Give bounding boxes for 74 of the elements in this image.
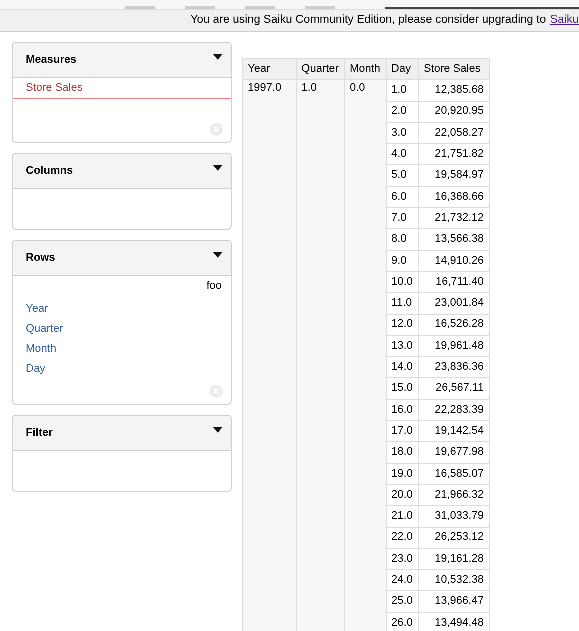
table-cell: 13,966.47 [418,590,490,612]
table-cell: 0.0 [344,80,386,631]
table-cell: 16.0 [386,399,418,421]
table-cell: 16,368.66 [418,186,490,208]
table-cell: 5.0 [386,164,418,186]
table-cell: 23,001.84 [418,292,490,314]
panel-title: Columns [26,164,74,179]
level-item[interactable]: Day [13,360,231,380]
table-cell: 21,966.32 [418,484,490,506]
table-cell: 12.0 [386,314,418,336]
table-cell: 14.0 [386,356,418,378]
table-cell: 23,836.36 [418,356,490,378]
column-header: Store Sales [418,58,490,80]
panel-title: Rows [26,250,56,266]
table-cell: 20.0 [386,484,418,506]
upgrade-link[interactable]: Saiku [550,12,579,30]
table-cell: 22,283.39 [418,399,490,421]
column-header: Month [344,58,386,80]
caret-icon[interactable] [213,252,223,258]
table-cell: 15.0 [386,378,418,400]
table-cell: 19,142.54 [418,420,490,442]
table-cell: 9.0 [386,250,418,272]
table-cell: 16,526.28 [418,314,490,336]
table-cell: 4.0 [386,144,418,165]
level-item[interactable]: Year [13,300,231,320]
panel-title: Filter [26,426,53,441]
table-cell: 12,385.68 [418,80,490,102]
level-item[interactable]: Quarter [13,320,231,340]
table-cell: 22.0 [386,527,418,548]
table-cell: 19.0 [386,463,418,484]
measure-item[interactable]: Store Sales [13,78,231,99]
caret-icon[interactable] [213,165,223,171]
table-cell: 17.0 [386,420,418,442]
caret-icon[interactable] [213,54,223,60]
table-cell: 21,751.82 [418,144,490,165]
table-cell: 14,910.26 [418,250,490,272]
table-cell: 21,732.12 [418,208,490,229]
level-item[interactable]: Month [13,340,231,360]
table-cell: 22,058.27 [418,122,490,144]
table-cell: 2.0 [386,101,418,122]
table-cell: 20,920.95 [418,101,490,122]
table-cell: 25.0 [386,590,418,612]
table-cell: 19,584.97 [418,164,490,186]
table-cell: 13.0 [386,335,418,357]
table-cell: 21.0 [386,506,418,528]
table-cell: 23.0 [386,548,418,570]
table-cell: 13,566.38 [418,228,490,250]
table-cell: 10,532.38 [418,570,490,591]
table-cell: 26,253.12 [418,527,490,548]
note-text: foo [206,279,222,294]
table-cell: 18.0 [386,442,418,464]
table-cell: 8.0 [386,228,418,250]
table-cell: 10.0 [386,271,418,293]
table-cell: 16,585.07 [418,463,490,484]
table-cell: 26,567.11 [418,378,490,400]
table-cell: 7.0 [386,208,418,229]
table-cell: 16,711.40 [418,271,490,293]
caret-icon[interactable] [213,427,223,433]
table-cell: 24.0 [386,570,418,591]
table-cell: 19,961.48 [418,335,490,357]
notice-text: You are using Saiku Community Edition, please consider upgrading to [190,12,546,28]
table-cell: 19,677.98 [418,442,490,464]
column-header: Day [386,58,418,80]
panel-title: Measures [26,52,77,68]
table-cell: 1.0 [386,80,418,102]
column-header: Year [242,58,296,80]
table-cell: 3.0 [386,122,418,144]
table-cell: 1.0 [296,80,344,631]
table-cell: 11.0 [386,292,418,314]
table-cell: 6.0 [386,186,418,208]
table-cell: 1997.0 [242,80,296,631]
column-header: Quarter [296,58,344,80]
table-cell: 31,033.79 [418,506,490,528]
table-cell: 19,161.28 [418,548,490,570]
